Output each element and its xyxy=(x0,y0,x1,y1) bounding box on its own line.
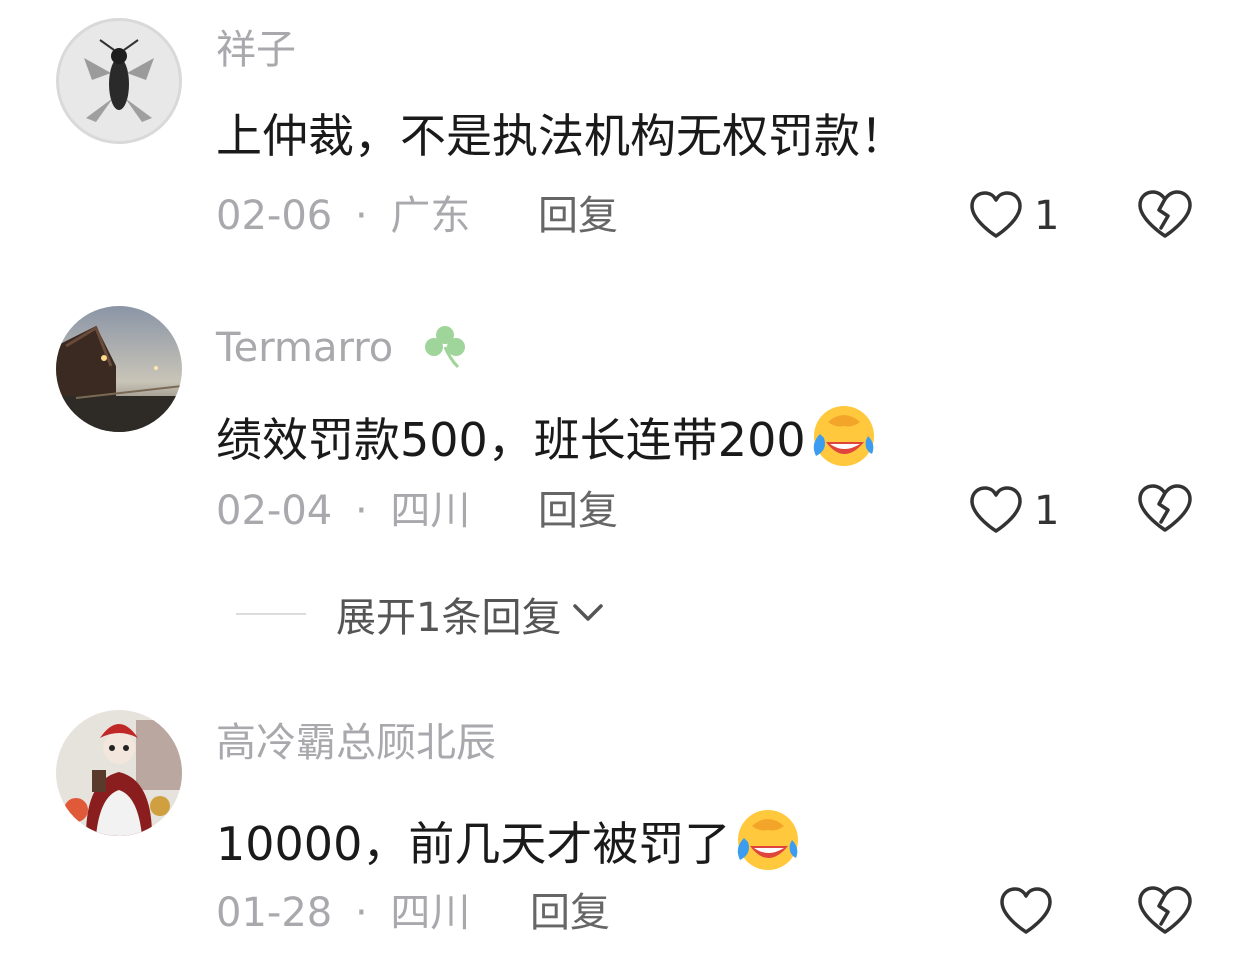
comment-location: 四川 xyxy=(390,890,471,936)
username[interactable]: 祥子 xyxy=(216,30,296,70)
avatar[interactable] xyxy=(56,18,182,144)
expand-replies-button[interactable]: 展开1条回复 xyxy=(236,592,605,641)
reply-button[interactable]: 回复 xyxy=(538,196,618,236)
meta-separator: · xyxy=(354,193,368,239)
meta-separator: · xyxy=(354,890,368,936)
comment-text-body: 10000，前几天才被罚了 xyxy=(216,817,731,871)
reply-button[interactable]: 回复 xyxy=(530,893,610,933)
comment-meta: 01-28 · 四川 xyxy=(216,893,470,933)
comment-date: 01-28 xyxy=(216,890,333,936)
broken-heart-icon[interactable] xyxy=(1136,482,1194,534)
comment-text: 绩效罚款500，班长连带200 xyxy=(216,400,876,470)
username-text: Termarro xyxy=(216,325,394,371)
heart-outline-icon[interactable] xyxy=(998,886,1054,936)
comment-location: 广东 xyxy=(390,193,471,239)
username[interactable]: 高冷霸总顾北辰 xyxy=(216,723,496,763)
broken-heart-icon[interactable] xyxy=(1136,884,1194,936)
reply-button[interactable]: 回复 xyxy=(538,491,618,531)
avatar[interactable] xyxy=(56,710,182,836)
comment-text: 上仲裁，不是执法机构无权罚款！ xyxy=(216,109,906,163)
expand-replies-label: 展开1条回复 xyxy=(336,595,562,641)
comment-date: 02-04 xyxy=(216,488,333,534)
heart-outline-icon[interactable] xyxy=(968,190,1024,240)
heart-outline-icon[interactable] xyxy=(968,485,1024,535)
chevron-down-icon xyxy=(561,600,605,628)
like-count: 1 xyxy=(1034,488,1060,534)
divider-line xyxy=(236,613,306,615)
meta-separator: · xyxy=(354,488,368,534)
like-count: 1 xyxy=(1034,193,1060,239)
comment-meta: 02-04 · 四川 xyxy=(216,491,470,531)
broken-heart-icon[interactable] xyxy=(1136,188,1194,240)
comment-meta: 02-06 · 广东 xyxy=(216,196,470,236)
laughing-crying-emoji xyxy=(806,400,876,470)
comment-text-body: 绩效罚款500，班长连带200 xyxy=(216,413,806,467)
comment-date: 02-06 xyxy=(216,193,333,239)
comment-location: 四川 xyxy=(390,488,471,534)
avatar[interactable] xyxy=(56,306,182,432)
username[interactable]: Termarro xyxy=(216,321,470,378)
clover-icon xyxy=(420,321,470,378)
comment-text: 10000，前几天才被罚了 xyxy=(216,804,800,874)
laughing-crying-emoji xyxy=(730,804,800,874)
